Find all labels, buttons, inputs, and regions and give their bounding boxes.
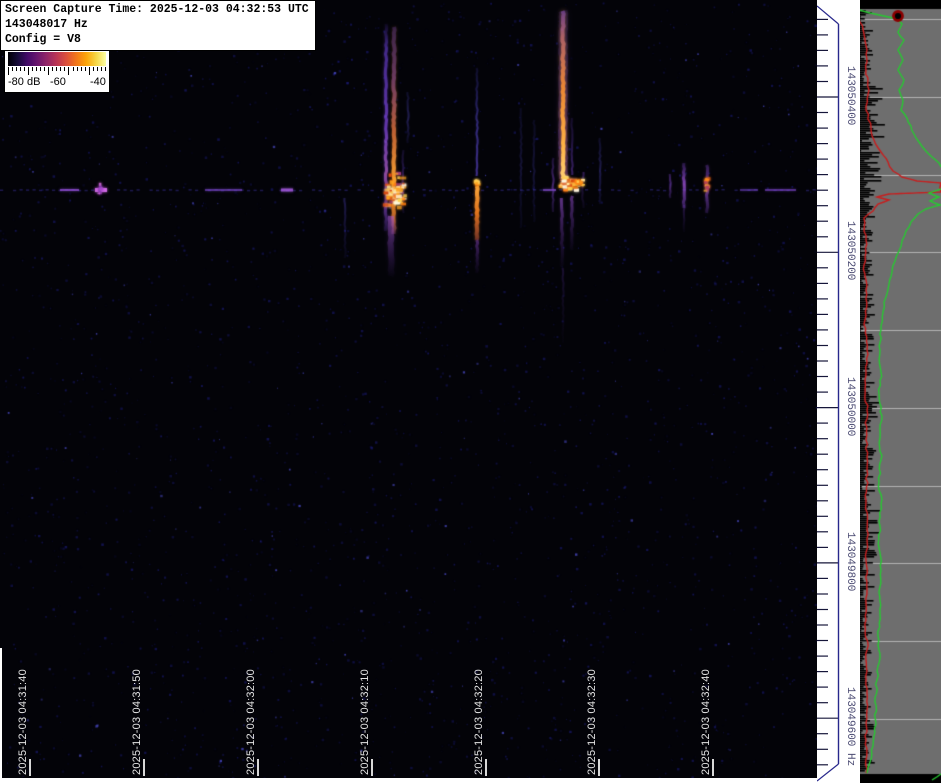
colorbar-legend: -80 dB -60 -40	[4, 50, 110, 93]
colorbar-tick	[68, 67, 69, 75]
frequency-tick-label: 143049600 Hz	[844, 687, 856, 766]
colorbar-tick	[24, 67, 25, 71]
colorbar-tick	[73, 67, 74, 71]
colorbar-tick	[40, 67, 41, 71]
capture-info-box: Screen Capture Time: 2025-12-03 04:32:53…	[0, 0, 316, 51]
colorbar-tick-ruler	[8, 67, 106, 76]
frequency-tick-label: 143049800	[844, 532, 856, 591]
colorbar-tick	[32, 67, 33, 71]
colorbar-tick	[81, 67, 82, 71]
plot-left-border	[0, 648, 2, 783]
colorbar-tick	[56, 67, 57, 71]
colorbar-tick	[93, 67, 94, 71]
colorbar-gradient	[8, 52, 106, 66]
colorbar-tick	[52, 67, 53, 71]
colorbar-labels: -80 dB -60 -40	[5, 76, 109, 91]
colorbar-label: -60	[50, 76, 66, 88]
spectrogram-waterfall	[0, 0, 817, 783]
colorbar-label: -80 dB	[8, 76, 40, 88]
colorbar-tick	[8, 67, 9, 75]
screen-capture-root: 2025-12-03 04:31:402025-12-03 04:31:5020…	[0, 0, 941, 783]
colorbar-tick	[97, 67, 98, 71]
frequency-axis: 143050400 143050200 143050000 143049800 1430…	[817, 0, 860, 783]
colorbar-tick	[64, 67, 65, 71]
capture-time-text: Screen Capture Time: 2025-12-03 04:32:53…	[5, 2, 309, 17]
capture-frequency-text: 143048017 Hz	[5, 17, 309, 32]
frequency-tick-label: 143050200	[844, 221, 856, 280]
colorbar-tick	[105, 67, 106, 71]
frequency-tick-label: 143050400	[844, 66, 856, 125]
colorbar-tick	[36, 67, 37, 71]
colorbar-tick	[101, 67, 102, 71]
colorbar-tick	[48, 67, 49, 75]
colorbar-tick	[60, 67, 61, 71]
capture-config-text: Config = V8	[5, 32, 309, 47]
colorbar-tick	[89, 67, 90, 75]
colorbar-tick	[44, 67, 45, 71]
colorbar-label: -40	[90, 76, 106, 88]
colorbar-tick	[85, 67, 86, 71]
colorbar-tick	[16, 67, 17, 71]
colorbar-tick	[20, 67, 21, 71]
colorbar-tick	[77, 67, 78, 71]
colorbar-tick	[12, 67, 13, 71]
frequency-tick-label: 143050000	[844, 377, 856, 436]
plot-bottom-border	[0, 778, 817, 783]
colorbar-tick	[28, 67, 29, 75]
spectrum-side-panel	[860, 0, 941, 783]
